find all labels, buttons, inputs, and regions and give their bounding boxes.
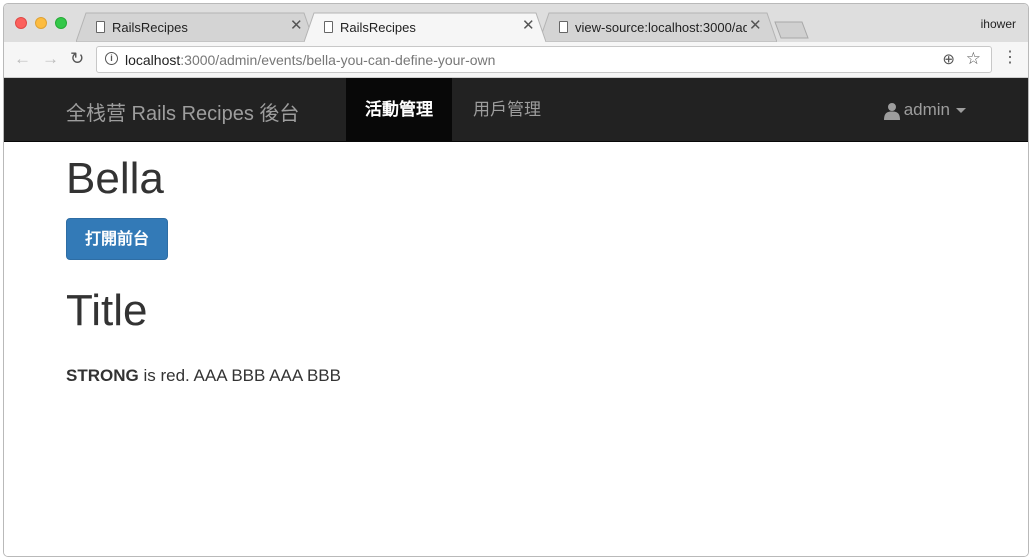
tab-title: view-source:localhost:3000/ad (575, 20, 747, 35)
description-text: is red. AAA BBB AAA BBB (138, 366, 341, 385)
minimize-window-button[interactable] (35, 17, 47, 29)
event-description: STRONG is red. AAA BBB AAA BBB (66, 366, 341, 386)
admin-navbar: 全栈营 Rails Recipes 後台 活動管理 用戶管理 admin (4, 78, 1028, 142)
page-icon (559, 21, 568, 33)
browser-toolbar: ← → ↻ i localhost:3000/admin/events/bell… (4, 42, 1028, 78)
user-name: admin (903, 100, 950, 119)
page-icon (96, 21, 105, 33)
user-icon (883, 102, 900, 120)
browser-tab-active[interactable]: RailsRecipes ✕ (304, 12, 546, 42)
tab-strip: RailsRecipes ✕ view-source:localhost:300… (4, 4, 1028, 42)
new-tab-button[interactable] (774, 21, 810, 39)
close-tab-icon[interactable]: ✕ (290, 18, 303, 34)
close-window-button[interactable] (15, 17, 27, 29)
zoom-window-button[interactable] (55, 17, 67, 29)
bookmark-star-icon[interactable]: ☆ (966, 49, 981, 69)
browser-tab[interactable]: RailsRecipes ✕ (76, 12, 314, 42)
user-dropdown[interactable]: admin (883, 78, 966, 141)
back-arrow-icon[interactable]: ← (14, 50, 31, 68)
url-path: :3000/admin/events/bella-you-can-define-… (180, 52, 496, 68)
section-heading: Title (66, 286, 148, 335)
url-host: localhost (125, 52, 181, 68)
caret-down-icon (956, 108, 966, 114)
close-tab-icon[interactable]: ✕ (522, 18, 535, 34)
browser-tab[interactable]: view-source:localhost:3000/ad ✕ (539, 12, 777, 42)
navbar-brand[interactable]: 全栈营 Rails Recipes 後台 (66, 97, 299, 126)
browser-menu-icon[interactable]: ⋮ (1002, 50, 1018, 66)
url-text[interactable]: localhost:3000/admin/events/bella-you-ca… (125, 52, 495, 68)
zoom-icon[interactable]: ⊕ (942, 50, 955, 68)
address-bar[interactable]: i localhost:3000/admin/events/bella-you-… (96, 46, 992, 73)
tab-title: RailsRecipes (112, 20, 188, 35)
reload-icon[interactable]: ↻ (70, 50, 84, 68)
description-strong: STRONG (66, 366, 139, 385)
page-icon (324, 21, 333, 33)
info-icon[interactable]: i (105, 52, 118, 65)
forward-arrow-icon[interactable]: → (42, 50, 59, 68)
open-frontend-button[interactable]: 打開前台 (66, 218, 168, 260)
close-tab-icon[interactable]: ✕ (749, 18, 762, 34)
page-viewport: 全栈营 Rails Recipes 後台 活動管理 用戶管理 admin Bel… (4, 78, 1028, 556)
profile-name[interactable]: ihower (981, 17, 1016, 31)
tab-title: RailsRecipes (340, 20, 416, 35)
browser-window: RailsRecipes ✕ view-source:localhost:300… (3, 3, 1029, 557)
event-title: Bella (66, 154, 164, 203)
nav-link-users[interactable]: 用戶管理 (454, 78, 560, 141)
nav-link-events[interactable]: 活動管理 (346, 78, 452, 141)
